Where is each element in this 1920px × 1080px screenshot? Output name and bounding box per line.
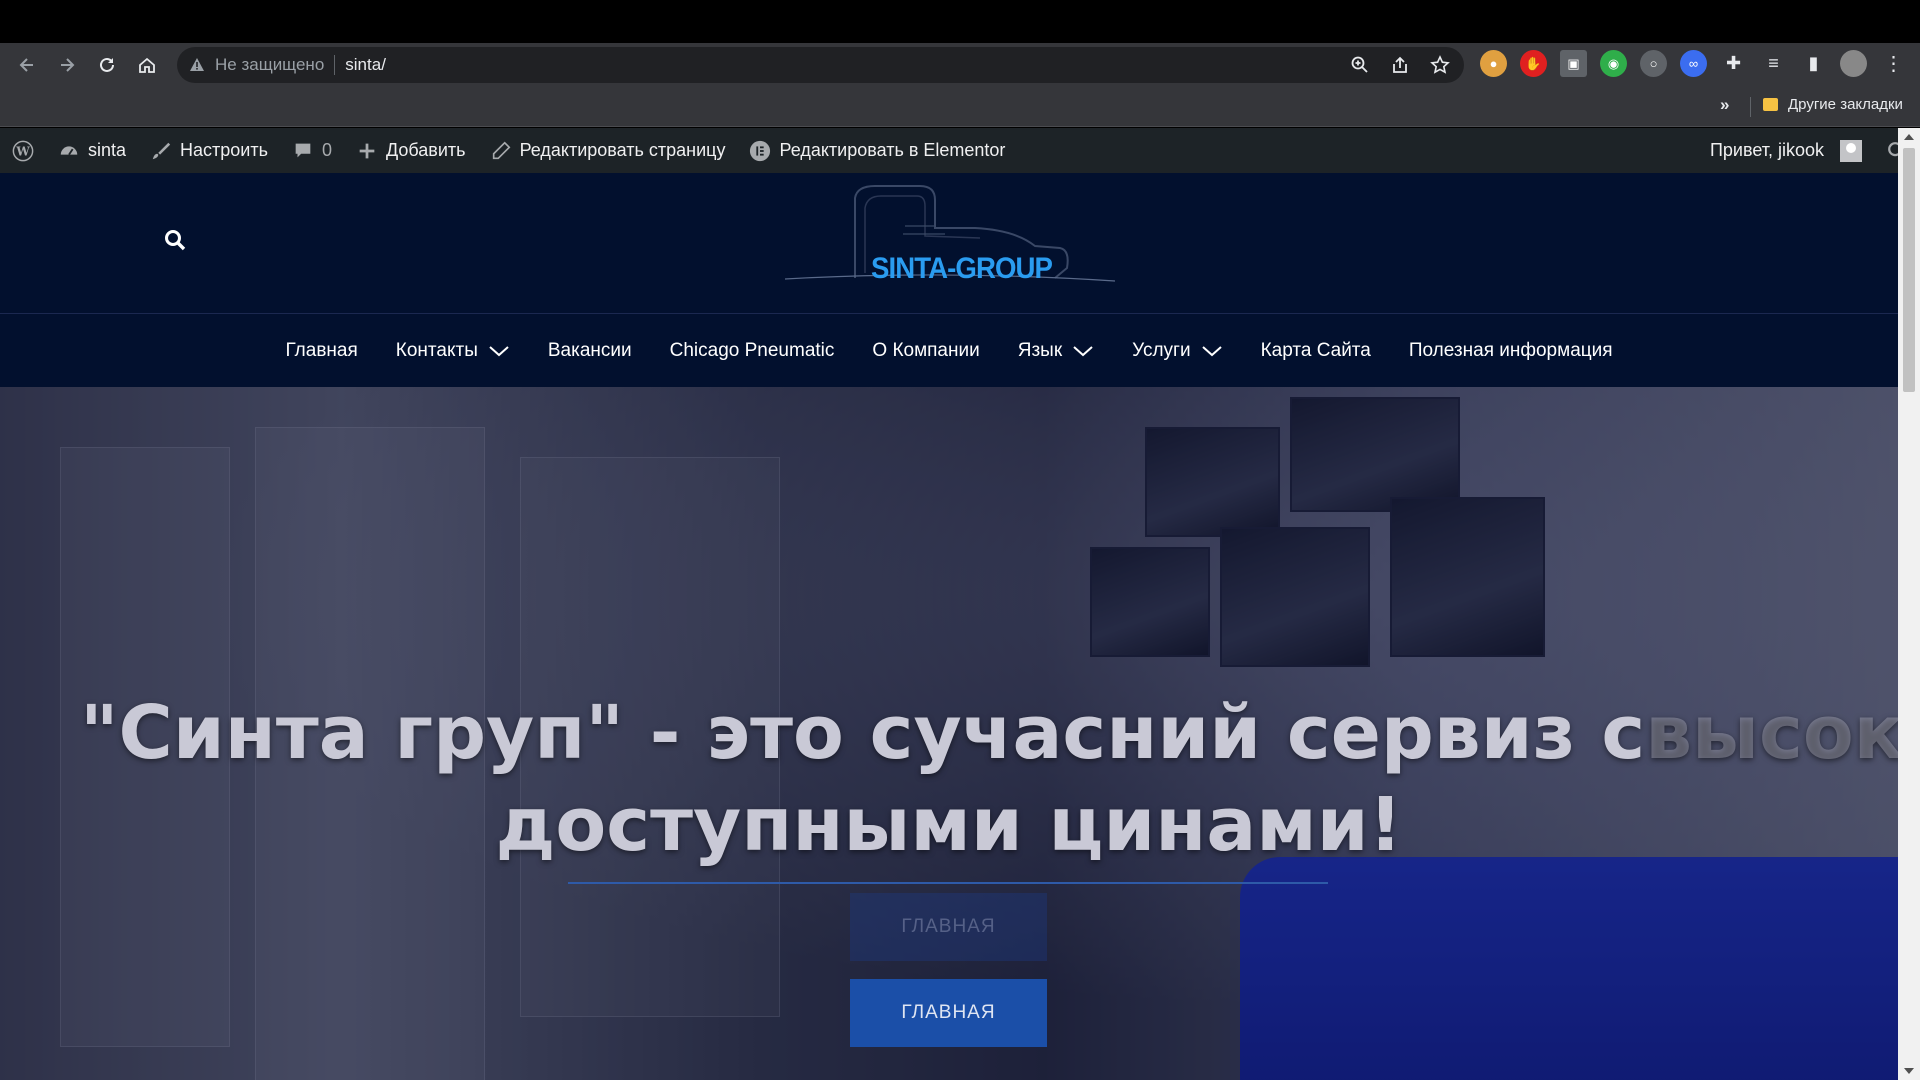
- wp-logo-menu[interactable]: W: [0, 128, 46, 173]
- extension-cookie-icon[interactable]: ●: [1480, 50, 1507, 77]
- greeting-label: Привет, jikook: [1709, 140, 1824, 160]
- bookmarks-overflow-button[interactable]: »: [1720, 95, 1729, 115]
- star-icon[interactable]: [1428, 53, 1452, 77]
- hero-section: "Синта груп" - это сучасний сервиз свысо…: [0, 387, 1898, 1080]
- home-icon: [139, 57, 155, 73]
- extension-infinity-icon[interactable]: ∞: [1680, 50, 1707, 77]
- extension-globe-icon[interactable]: ◉: [1600, 50, 1627, 77]
- scroll-up-arrow[interactable]: [1904, 134, 1914, 140]
- scroll-down-arrow[interactable]: [1904, 1068, 1914, 1074]
- arrow-left-icon: [19, 58, 33, 72]
- forward-button[interactable]: [47, 45, 87, 85]
- menu-item-language[interactable]: Язык: [1018, 340, 1094, 362]
- menu-label: О Компании: [872, 339, 980, 361]
- pencil-icon: [492, 141, 510, 159]
- hero-title: "Синта груп" - это сучасний сервиз свысо…: [0, 687, 1898, 871]
- site-header: SINTA-GROUP: [0, 173, 1898, 313]
- warning-icon: [190, 58, 204, 71]
- browser-titlebar: [0, 0, 1920, 43]
- scrollbar-thumb[interactable]: [1903, 148, 1915, 392]
- reload-icon: [100, 57, 114, 72]
- menu-item-services[interactable]: Услуги: [1132, 340, 1222, 362]
- menu-label: Карта Сайта: [1260, 339, 1371, 361]
- main-navigation: Главная Контакты Вакансии Chicago Pneuma…: [0, 313, 1898, 387]
- chevron-down-icon: [1201, 345, 1222, 356]
- search-icon[interactable]: [163, 228, 187, 252]
- menu-label: Язык: [1017, 339, 1063, 361]
- site-name-label: sinta: [88, 140, 127, 160]
- back-button[interactable]: [7, 45, 47, 85]
- hero-title-line1: "Синта груп" - это сучасний сервиз с: [80, 690, 1646, 776]
- menu-label: Услуги: [1132, 339, 1191, 361]
- menu-item-useful-info[interactable]: Полезная информация: [1409, 340, 1613, 362]
- svg-text:W: W: [15, 144, 30, 158]
- zoom-icon[interactable]: [1348, 53, 1372, 77]
- hero-home-button[interactable]: ГЛАВНАЯ: [850, 979, 1047, 1047]
- edit-page-label: Редактировать страницу: [519, 140, 726, 160]
- wordpress-icon: W: [12, 140, 34, 161]
- bookmarks-bar: » Другие закладки: [0, 87, 1920, 127]
- page-scrollbar[interactable]: [1898, 128, 1920, 1080]
- edit-elementor-label: Редактировать в Elementor: [779, 140, 1006, 160]
- menu-label: Полезная информация: [1408, 339, 1613, 361]
- folder-icon: [1763, 98, 1778, 111]
- omnibox-separator: [334, 55, 336, 75]
- elementor-icon: [750, 140, 771, 161]
- my-account-menu[interactable]: Привет, jikook: [1698, 128, 1874, 173]
- profile-avatar[interactable]: [1840, 50, 1867, 77]
- menu-item-contacts[interactable]: Контакты: [396, 340, 510, 362]
- chevron-down-icon: [489, 345, 509, 356]
- chrome-menu-icon[interactable]: ⋮: [1880, 50, 1907, 77]
- menu-label: Вакансии: [547, 339, 632, 361]
- bookmarks-separator: [1750, 97, 1751, 117]
- menu-item-sitemap[interactable]: Карта Сайта: [1261, 340, 1371, 362]
- menu-label: Контакты: [395, 339, 478, 361]
- comments-link[interactable]: 0: [280, 128, 344, 173]
- add-new-label: Добавить: [386, 140, 466, 160]
- menu-item-about[interactable]: О Компании: [872, 340, 979, 362]
- extensions-puzzle-icon[interactable]: ✚: [1720, 50, 1747, 77]
- website-viewport: SINTA-GROUP Главная Контакты Вакансии Ch…: [0, 173, 1898, 1080]
- extension-circle-icon[interactable]: ○: [1640, 50, 1667, 77]
- chevron-down-icon: [1073, 345, 1093, 356]
- share-icon[interactable]: [1388, 53, 1412, 77]
- brush-icon: [152, 142, 171, 159]
- reading-list-icon[interactable]: ≡: [1760, 50, 1787, 77]
- hero-title-line2: доступными цинами!: [495, 782, 1403, 868]
- extension-adblock-icon[interactable]: ✋: [1520, 50, 1547, 77]
- menu-label: Главная: [285, 339, 358, 361]
- insecure-label[interactable]: Не защищено: [215, 55, 324, 75]
- edit-page-link[interactable]: Редактировать страницу: [478, 128, 738, 173]
- site-name-menu[interactable]: sinta: [46, 128, 138, 173]
- address-bar[interactable]: Не защищено sinta/: [177, 47, 1464, 83]
- site-logo[interactable]: SINTA-GROUP: [784, 178, 1116, 298]
- home-button[interactable]: [127, 45, 167, 85]
- hero-ghost-button: ГЛАВНАЯ: [850, 893, 1047, 961]
- hero-title-line1-fade: высоко: [1645, 690, 1898, 776]
- add-new-menu[interactable]: Добавить: [344, 128, 478, 173]
- reload-button[interactable]: [87, 45, 127, 85]
- customize-label: Настроить: [180, 140, 268, 160]
- menu-item-chicago-pneumatic[interactable]: Chicago Pneumatic: [670, 340, 835, 362]
- extension-window-icon[interactable]: ▣: [1560, 50, 1587, 77]
- plus-icon: [359, 143, 375, 158]
- arrow-right-icon: [61, 58, 75, 72]
- comment-icon: [295, 143, 311, 157]
- edit-elementor-link[interactable]: Редактировать в Elementor: [737, 128, 1017, 173]
- customize-link[interactable]: Настроить: [138, 128, 280, 173]
- other-bookmarks-label: Другие закладки: [1788, 96, 1903, 113]
- other-bookmarks-folder[interactable]: Другие закладки: [1763, 96, 1903, 113]
- url-text[interactable]: sinta/: [345, 55, 386, 75]
- browser-toolbar: Не защищено sinta/ ● ✋ ▣ ◉ ○ ∞ ✚ ≡ ▮ ⋮: [0, 43, 1920, 87]
- comments-count: 0: [321, 140, 332, 160]
- menu-item-home[interactable]: Главная: [285, 340, 357, 362]
- menu-item-vacancies[interactable]: Вакансии: [548, 340, 632, 362]
- menu-label: Chicago Pneumatic: [669, 339, 835, 361]
- wp-admin-bar: W sinta Настроить 0 Добавить Редактирова…: [0, 128, 1920, 173]
- dashboard-icon: [60, 145, 78, 155]
- hero-divider: [568, 882, 1328, 884]
- side-panel-icon[interactable]: ▮: [1800, 50, 1827, 77]
- logo-text: SINTA-GROUP: [871, 252, 1053, 285]
- user-avatar: [1840, 139, 1862, 162]
